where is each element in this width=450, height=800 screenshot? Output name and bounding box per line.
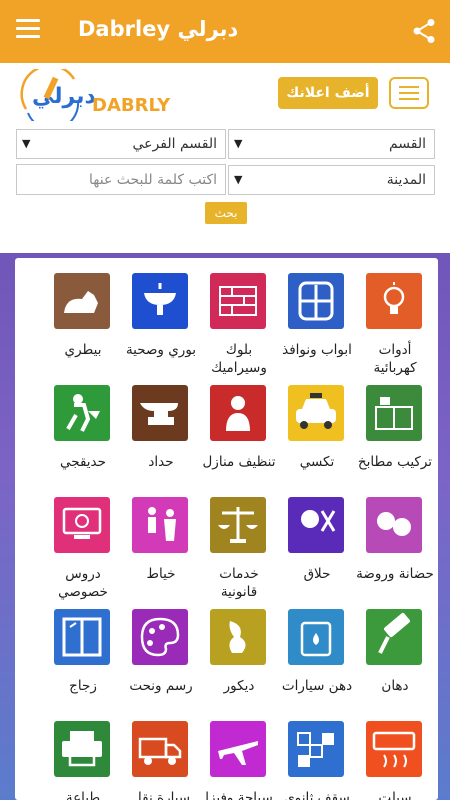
category-label: سياحة وفيزا xyxy=(205,790,273,800)
category-select[interactable]: ▼ القسم xyxy=(228,129,435,159)
sink-icon xyxy=(132,273,188,329)
category-label: تركيب مطابخ xyxy=(357,454,433,470)
category-label: سقف ثانوي xyxy=(284,790,350,800)
scales-icon xyxy=(210,497,266,553)
gardener-icon xyxy=(54,385,110,441)
share-icon[interactable] xyxy=(412,18,436,44)
category-label: دروس خصوصي xyxy=(58,566,108,600)
online-lesson-icon xyxy=(54,497,110,553)
category-label: حضانة وروضة xyxy=(356,566,434,582)
tailor-icon xyxy=(132,497,188,553)
search-button[interactable]: بحث xyxy=(205,202,247,224)
paint-can-icon xyxy=(288,609,344,665)
category-label: دهن سيارات xyxy=(281,678,353,694)
categories-panel: أدوات كهربائية ابواب ونوافذ بلوك وسيراميك ب… xyxy=(15,258,438,800)
add-ad-button[interactable]: أضف اعلانك xyxy=(278,77,378,109)
category-label: بيطري xyxy=(64,342,102,358)
category-label: سبلت xyxy=(378,790,412,800)
category-label: ديكور xyxy=(223,678,255,694)
chevron-down-icon: ▼ xyxy=(234,173,243,186)
category-label: حداد xyxy=(148,454,174,470)
hamburger-icon[interactable] xyxy=(16,19,40,41)
category-label: تنظيف منازل xyxy=(202,454,276,470)
category-label: ابواب ونوافذ xyxy=(282,342,352,358)
category-label: زجاج xyxy=(69,678,97,694)
ceiling-icon xyxy=(288,721,344,777)
category-label: بوري وصحية xyxy=(125,342,197,358)
search-filters: ▼ القسم ▼ القسم الفرعي ▼ المدينة بحث xyxy=(0,125,450,253)
category-label: رسم ونحت xyxy=(129,678,193,694)
app-bar: Dabrley دبرلي xyxy=(0,0,450,63)
search-input[interactable] xyxy=(16,164,226,195)
category-label: دهان xyxy=(381,678,409,694)
kids-icon xyxy=(366,497,422,553)
vase-icon xyxy=(210,609,266,665)
chevron-down-icon: ▼ xyxy=(22,137,31,150)
subcategory-select[interactable]: ▼ القسم الفرعي xyxy=(16,129,226,159)
category-label: طباعة xyxy=(65,790,101,800)
category-label: حديقجي xyxy=(60,454,106,470)
category-label: سيارة نقل xyxy=(131,790,191,800)
chevron-down-icon: ▼ xyxy=(234,137,243,150)
app-title: Dabrley دبرلي xyxy=(78,17,239,41)
taxi-icon xyxy=(288,385,344,441)
brick-wall-icon xyxy=(210,273,266,329)
airplane-icon xyxy=(210,721,266,777)
light-bulb-icon xyxy=(366,273,422,329)
dog-cat-icon xyxy=(54,273,110,329)
kitchen-icon xyxy=(366,385,422,441)
truck-icon xyxy=(132,721,188,777)
category-label: أدوات كهربائية xyxy=(373,342,417,376)
category-label: تكسي xyxy=(299,454,335,470)
svg-text:دبرلي: دبرلي xyxy=(32,84,96,109)
printer-icon xyxy=(54,721,110,777)
header-menu-button[interactable] xyxy=(389,77,429,109)
paint-roller-icon xyxy=(366,609,422,665)
category-label: خدمات قانونية xyxy=(219,566,259,600)
window-icon xyxy=(288,273,344,329)
category-label: خياط xyxy=(146,566,176,582)
glass-window-icon xyxy=(54,609,110,665)
maid-icon xyxy=(210,385,266,441)
barber-icon xyxy=(288,497,344,553)
air-conditioner-icon xyxy=(366,721,422,777)
logo-text: DABRLY xyxy=(92,95,171,116)
category-label: حلاق xyxy=(303,566,331,582)
city-select[interactable]: ▼ المدينة xyxy=(228,165,435,195)
anvil-icon xyxy=(132,385,188,441)
header: دبرلي DABRLY أضف اعلانك xyxy=(0,63,450,125)
palette-icon xyxy=(132,609,188,665)
dabrly-logo: دبرلي DABRLY xyxy=(18,69,171,121)
category-label: بلوك وسيراميك xyxy=(211,342,267,376)
